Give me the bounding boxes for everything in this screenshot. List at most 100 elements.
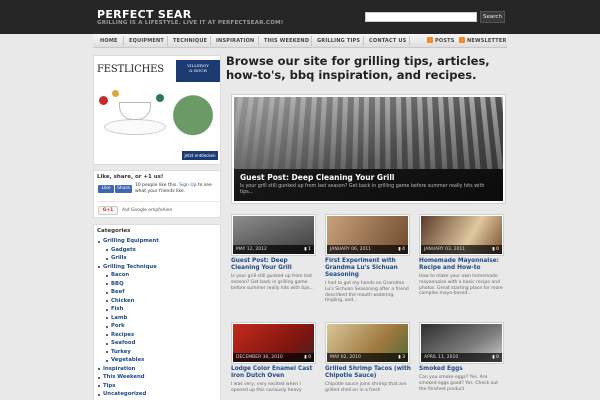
post-date: DECEMBER 30, 2010 ▮ 0 [233,353,314,362]
post-title[interactable]: Guest Post: Deep Cleaning Your Grill [231,258,317,272]
category-link[interactable]: BBQ [111,281,124,287]
facebook-like-button[interactable]: Like [98,185,114,193]
category-link[interactable]: Grills [111,255,127,261]
advertisement-banner[interactable]: FESTLICHES VILLEROY & BOCH Jetzt entdeck… [93,55,221,165]
bullet-icon [98,240,100,243]
bullet-icon [106,342,108,345]
search-input[interactable] [365,12,477,22]
grill-bar [469,97,481,169]
post-date: APRIL 11, 2010 ▮ 0 [421,353,502,362]
comment-count[interactable]: ▮ 4 [398,245,405,254]
search-button[interactable]: Search [480,11,505,23]
post-card[interactable]: JANUARY 03, 2011 ▮ 0 Homemade Mayonnaise: … [419,214,505,296]
category-link[interactable]: Gadgets [111,247,136,253]
bullet-icon [106,317,108,319]
comment-count[interactable]: ▮ 1 [304,245,311,254]
post-title[interactable]: Lodge Color Enamel Cast Iron Dutch Oven [231,366,317,380]
nav-home[interactable]: HOME [100,38,118,44]
post-thumbnail-frame[interactable]: MAY 12, 2012 ▮ 1 [231,214,316,256]
google-plus-label: Auf Google empfehlen [122,208,173,213]
category-link[interactable]: Chicken [111,298,134,304]
post-thumbnail-frame[interactable]: APRIL 11, 2010 ▮ 0 [419,322,504,364]
bullet-icon [98,368,100,370]
grill-bar [437,97,447,169]
category-link[interactable]: Uncategorized [103,391,146,397]
post-date: MAY 12, 2012 ▮ 1 [233,245,314,254]
category-link[interactable]: Grilling Equipment [103,238,159,244]
google-plus-one-button[interactable]: G+1 [98,206,118,215]
comment-count[interactable]: ▮ 0 [492,353,499,362]
ad-brand-line: & BOCH [189,68,207,73]
like-count-text: 10 people like this. [135,183,178,188]
nav-newsletter[interactable]: NEWSLETTER [467,38,507,44]
post-title[interactable]: Grilled Shrimp Tacos (with Chipotle Sauc… [325,366,411,380]
comment-count[interactable]: ▮ 3 [398,353,405,362]
comment-count[interactable]: ▮ 0 [304,353,311,362]
nav-grilling-tips[interactable]: GRILLING TIPS [317,38,360,44]
post-title[interactable]: Smoked Eggs [419,366,505,373]
featured-post[interactable]: Guest Post: Deep Cleaning Your Grill Is … [231,94,506,204]
post-card[interactable]: JANUARY 06, 2011 ▮ 4 First Experiment with… [325,214,411,303]
rss-icon[interactable] [427,37,433,43]
bullet-icon [106,325,108,328]
bullet-icon [106,283,108,285]
post-thumbnail-frame[interactable]: JANUARY 03, 2011 ▮ 0 [419,214,504,256]
nav-equipment[interactable]: EQUIPMENT [129,38,164,44]
post-card[interactable]: MAY 02, 2010 ▮ 3 Grilled Shrimp Tacos (wit… [325,322,411,400]
bullet-icon [106,249,108,251]
bullet-icon [106,334,108,336]
category-link[interactable]: Inspiration [103,366,135,372]
category-link[interactable]: Recipes [111,332,134,338]
facebook-share-button[interactable]: Share [115,185,132,193]
featured-image[interactable]: Guest Post: Deep Cleaning Your Grill Is … [234,97,503,201]
comment-count-text: 4 [402,247,405,252]
category-link[interactable]: This Weekend [103,374,145,380]
nav-contact-us[interactable]: CONTACT US [369,38,406,44]
category-link[interactable]: Grilling Technique [103,264,157,270]
nav-posts-feed[interactable]: POSTS [435,38,455,44]
post-title[interactable]: First Experiment with Grandma Lu's Sichu… [325,258,411,279]
featured-title[interactable]: Guest Post: Deep Cleaning Your Grill [240,173,395,182]
post-card[interactable]: APRIL 11, 2010 ▮ 0 Smoked Eggs Can you smok… [419,322,504,400]
post-excerpt: Can you smoke eggs? Yes. Are smoked eggs… [419,375,499,392]
grill-bar [406,97,414,169]
comment-count-text: 0 [308,355,311,360]
post-date-text: MAY 12, 2012 [236,247,267,252]
post-thumbnail-frame[interactable]: JANUARY 06, 2011 ▮ 4 [325,214,410,256]
rss-icon[interactable] [459,37,465,43]
tree-icon [172,92,214,150]
category-link[interactable]: Pork [111,323,125,329]
category-link[interactable]: Tips [103,383,115,389]
grill-bar [448,97,459,169]
category-link[interactable]: Vegetables [111,357,144,363]
grill-bar [479,97,492,169]
comment-count-text: 1 [308,247,311,252]
site-tagline: GRILLING IS A LIFESTYLE. LIVE IT AT PERF… [97,20,284,26]
category-link[interactable]: Beef [111,289,125,295]
post-card[interactable]: MAY 12, 2012 ▮ 1 Guest Post: Deep Cleaning… [231,214,316,294]
grill-bar [340,97,348,169]
grill-bar [374,97,380,169]
nav-this-weekend[interactable]: THIS WEEKEND [264,38,309,44]
post-date: JANUARY 06, 2011 ▮ 4 [327,245,408,254]
grill-bar [416,97,425,169]
nav-divider [409,36,410,46]
category-link[interactable]: Turkey [111,349,131,355]
post-title[interactable]: Homemade Mayonnaise: Recipe and How-to [419,258,505,272]
ad-cta-button[interactable]: Jetzt entdecken [182,151,218,160]
category-link[interactable]: Fish [111,306,123,312]
sidebar: FESTLICHES VILLEROY & BOCH Jetzt entdeck… [93,52,223,400]
bullet-icon [106,308,108,311]
nav-inspiration[interactable]: INSPIRATION [216,38,254,44]
bullet-icon [106,300,108,302]
category-link[interactable]: Seafood [111,340,135,346]
post-card[interactable]: DECEMBER 30, 2010 ▮ 0 Lodge Color Enamel C… [231,322,316,400]
category-link[interactable]: Lamb [111,315,127,321]
comment-count[interactable]: ▮ 0 [492,245,499,254]
nav-technique[interactable]: TECHNIQUE [173,38,207,44]
featured-caption: Guest Post: Deep Cleaning Your Grill Is … [234,169,503,201]
category-link[interactable]: Bacon [111,272,129,278]
post-thumbnail-frame[interactable]: MAY 02, 2010 ▮ 3 [325,322,410,364]
post-thumbnail-frame[interactable]: DECEMBER 30, 2010 ▮ 0 [231,322,316,364]
facebook-signup-link[interactable]: Sign Up [179,183,196,188]
